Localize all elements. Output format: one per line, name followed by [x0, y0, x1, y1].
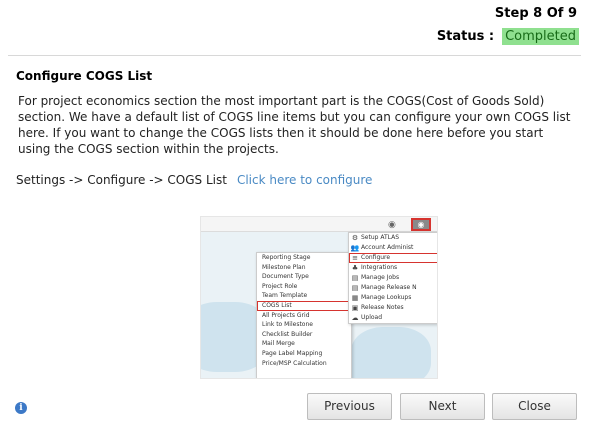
submenu-item: Checklist Builder — [262, 330, 313, 338]
menu-item: ▣ Release Notes — [349, 303, 437, 313]
status-label: Status : — [436, 29, 495, 44]
gear-icon: ⚙ — [351, 234, 359, 242]
submenu-item: Price/MSP Calculation — [262, 359, 327, 367]
menu-item-label: Integrations — [361, 264, 398, 271]
menu-item-label: Setup ATLAS — [361, 234, 400, 241]
submenu-item: Page Label Mapping — [262, 349, 323, 357]
step-indicator: Step 8 Of 9 — [494, 6, 577, 21]
menu-item: ☁ Upload — [349, 313, 437, 323]
submenu-item-cogs-list: COGS List — [257, 300, 349, 311]
configure-menu-screenshot: ◉ ◉ Reporting Stage Milestone Plan Documen… — [200, 216, 438, 379]
lookups-icon: ▦ — [351, 294, 359, 302]
notes-icon: ▣ — [351, 304, 359, 312]
menu-item-configure: ≡ Configure — [349, 253, 437, 263]
close-button[interactable]: Close — [492, 393, 577, 420]
status-badge: Completed — [502, 28, 579, 45]
settings-path: Settings -> Configure -> COGS List — [16, 173, 227, 187]
release-icon: ▤ — [351, 284, 359, 292]
menu-item: 👥 Account Administ — [349, 243, 437, 253]
submenu-item: Link to Milestone — [262, 321, 313, 329]
submenu-item: All Projects Grid — [262, 311, 310, 319]
configure-link[interactable]: Click here to configure — [237, 173, 373, 187]
menu-item-label: Upload — [361, 314, 383, 321]
menu-item: ▦ Manage Lookups — [349, 293, 437, 303]
menu-item-label: Manage Lookups — [361, 294, 412, 301]
submenu-item: Milestone Plan — [262, 263, 306, 271]
eye-icon: ◉ — [388, 220, 396, 230]
preview-toolbar — [201, 217, 437, 232]
configure-icon: ≡ — [352, 254, 358, 262]
submenu-item: Document Type — [262, 273, 309, 281]
submenu-item: Reporting Stage — [262, 254, 311, 261]
users-icon: 👥 — [350, 244, 360, 252]
section-title: Configure COGS List — [16, 69, 153, 83]
submenu-item: Team Template — [262, 292, 308, 300]
integrations-icon: ♣ — [351, 264, 359, 272]
submenu-item: Project Role — [262, 282, 298, 290]
submenu-item: Mail Merge — [262, 340, 295, 348]
settings-path-row: Settings -> Configure -> COGS List Click… — [16, 173, 372, 187]
jobs-icon: ▤ — [351, 274, 359, 282]
menu-item-label: Release Notes — [361, 304, 404, 311]
menu-item-label: Manage Release N — [361, 284, 417, 291]
menu-item: ♣ Integrations — [349, 263, 437, 273]
upload-icon: ☁ — [351, 314, 359, 322]
status-row: Status : Completed — [437, 28, 579, 45]
menu-item: ▤ Manage Jobs — [349, 273, 437, 283]
configure-submenu: Reporting Stage Milestone Plan Document Ty… — [256, 252, 352, 378]
header-divider — [8, 55, 581, 56]
menu-item: ▤ Manage Release N — [349, 283, 437, 293]
info-icon[interactable]: i — [15, 402, 27, 414]
menu-item-label: Configure — [361, 254, 391, 261]
menu-item-label: Account Administ — [361, 244, 414, 251]
menu-item-label: Manage Jobs — [361, 274, 400, 281]
menu-item: ⚙ Setup ATLAS — [349, 233, 437, 243]
next-button[interactable]: Next — [400, 393, 485, 420]
previous-button[interactable]: Previous — [307, 393, 392, 420]
settings-eye-icon: ◉ — [411, 218, 431, 231]
settings-menu: ⚙ Setup ATLAS 👥 Account Administ ≡ Configure ♣… — [348, 232, 437, 324]
section-description: For project economics section the most i… — [18, 94, 571, 156]
